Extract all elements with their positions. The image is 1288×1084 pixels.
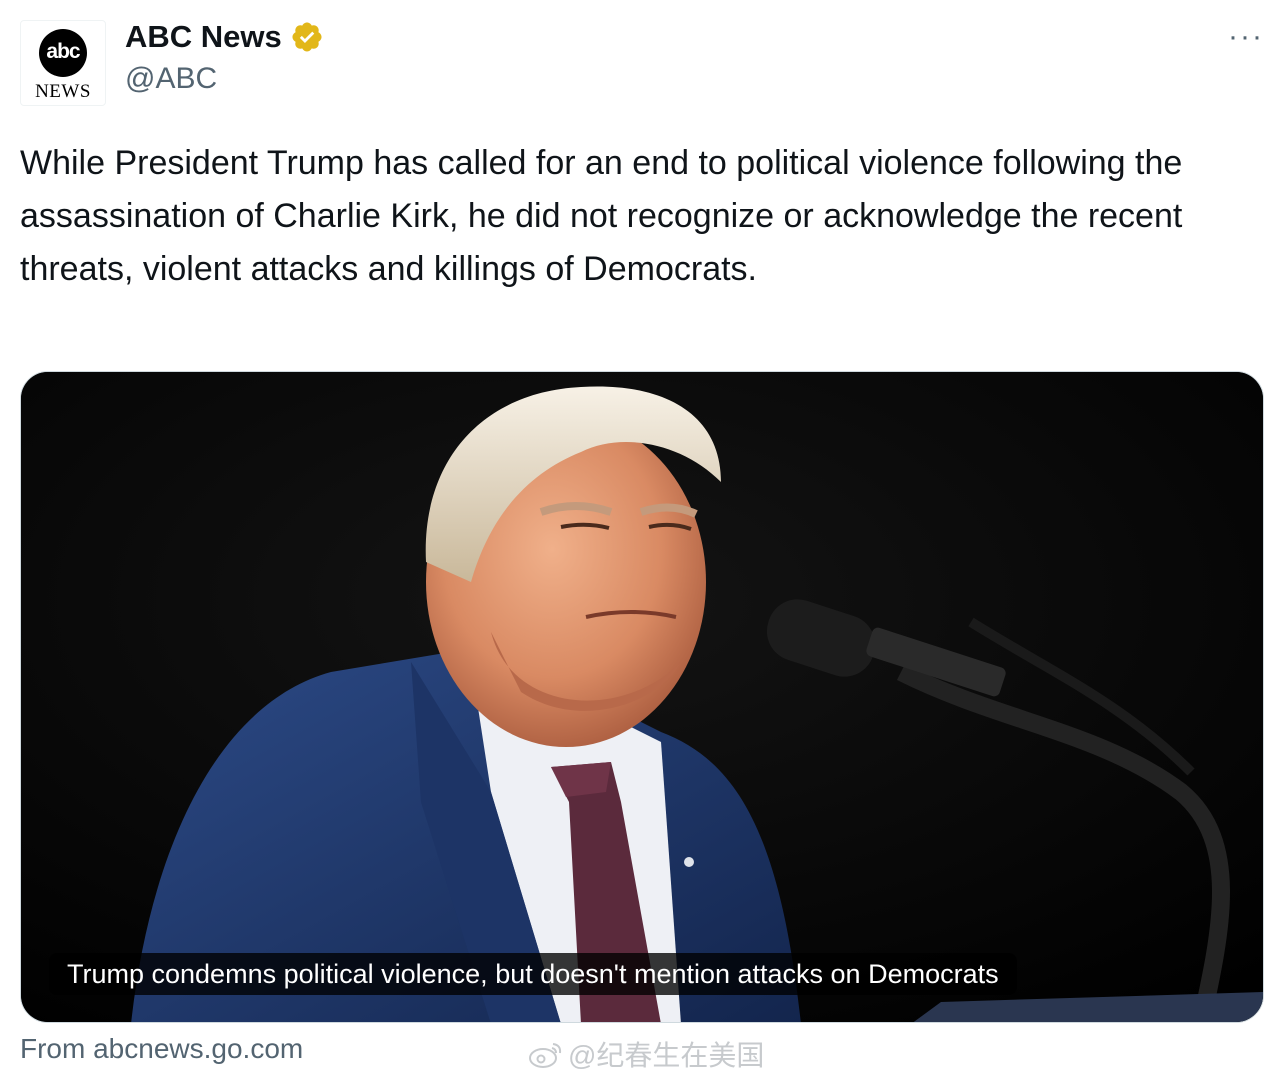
account-name-row: ABC News xyxy=(125,18,324,56)
card-photo xyxy=(21,372,1263,1022)
card-source[interactable]: From abcnews.go.com xyxy=(20,1033,303,1065)
abc-logo-text: abc xyxy=(46,40,80,63)
display-name[interactable]: ABC News xyxy=(125,19,282,55)
avatar[interactable]: abc NEWS xyxy=(20,20,106,106)
card-headline[interactable]: Trump condemns political violence, but d… xyxy=(49,953,1017,995)
weibo-icon xyxy=(529,1043,562,1068)
link-card[interactable]: Trump condemns political violence, but d… xyxy=(20,371,1264,1023)
tweet-text: While President Trump has called for an … xyxy=(20,144,1183,288)
watermark-text: @纪春生在美国 xyxy=(568,1040,765,1071)
watermark: @纪春生在美国 xyxy=(528,1034,764,1074)
account-handle[interactable]: @ABC xyxy=(125,62,217,96)
verified-badge-icon[interactable] xyxy=(290,20,324,54)
abc-logo-disc: abc xyxy=(39,29,87,77)
abc-logo-subtext: NEWS xyxy=(35,81,91,102)
more-options-button[interactable]: ··· xyxy=(1228,22,1264,52)
